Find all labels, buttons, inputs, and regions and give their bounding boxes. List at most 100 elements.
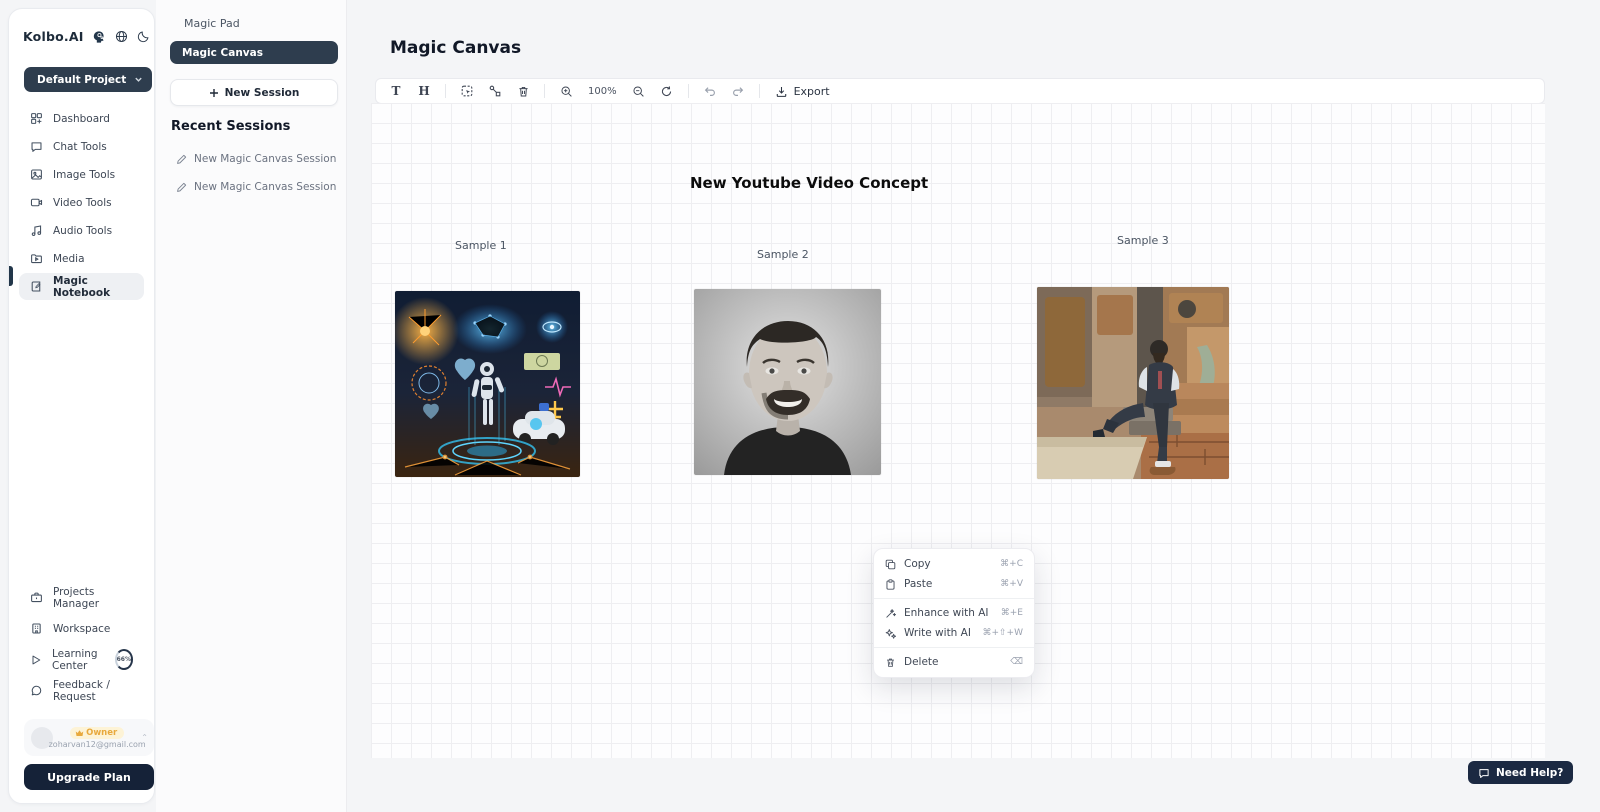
- undo-button[interactable]: [698, 81, 722, 101]
- sidebar-item-label: Chat Tools: [53, 141, 107, 153]
- page-title: Magic Canvas: [390, 38, 521, 58]
- undo-icon: [703, 84, 717, 98]
- rotate-reset-icon: [660, 85, 673, 98]
- sample-2-image[interactable]: [694, 289, 881, 475]
- sidebar-item-label: Video Tools: [53, 197, 112, 209]
- sidebar-item-label: Projects Manager: [53, 586, 133, 610]
- chevron-down-icon: [134, 75, 143, 84]
- play-icon: [30, 654, 42, 666]
- context-menu-item-paste[interactable]: Paste ⌘+V: [874, 574, 1034, 594]
- select-tool-button[interactable]: [455, 81, 479, 101]
- sidebar-item-projects-manager[interactable]: Projects Manager: [19, 583, 144, 612]
- zoom-in-icon: [560, 85, 573, 98]
- new-session-button[interactable]: New Session: [170, 79, 338, 106]
- sidebar-item-dashboard[interactable]: Dashboard: [19, 105, 144, 132]
- need-help-label: Need Help?: [1496, 767, 1563, 779]
- owner-role-label: Owner: [86, 728, 117, 738]
- sidebar-item-magic-notebook[interactable]: Magic Notebook: [19, 273, 144, 300]
- download-icon: [775, 85, 788, 98]
- context-menu-item-delete[interactable]: Delete ⌫: [874, 652, 1034, 672]
- learning-progress-badge: 66%: [115, 649, 133, 670]
- sample-3-image[interactable]: [1037, 287, 1229, 479]
- tab-magic-pad[interactable]: Magic Pad: [180, 15, 244, 32]
- language-globe-icon[interactable]: [115, 30, 128, 43]
- pencil-icon: [176, 182, 187, 193]
- secondary-nav: Projects Manager Workspace Learning Cent…: [19, 583, 144, 705]
- marquee-select-icon: [460, 84, 474, 98]
- sidebar-item-label: Dashboard: [53, 113, 110, 125]
- feedback-bubble-icon: [30, 684, 43, 697]
- toolbar-divider: [544, 84, 545, 98]
- sidebar-item-image-tools[interactable]: Image Tools: [19, 161, 144, 188]
- redo-button[interactable]: [726, 81, 750, 101]
- recent-session-item[interactable]: New Magic Canvas Session: [176, 177, 341, 197]
- zoom-out-icon: [632, 85, 645, 98]
- sidebar-item-label: Learning Center: [52, 648, 103, 672]
- context-menu-label: Enhance with AI: [904, 607, 993, 619]
- export-button[interactable]: Export: [769, 85, 836, 98]
- sidebar-item-learning-center[interactable]: Learning Center 66%: [19, 645, 144, 674]
- sidebar-item-workspace[interactable]: Workspace: [19, 614, 144, 643]
- delete-tool-button[interactable]: [511, 81, 535, 101]
- sidebar-item-label: Magic Notebook: [53, 275, 133, 299]
- sidebar-item-audio-tools[interactable]: Audio Tools: [19, 217, 144, 244]
- connector-tool-button[interactable]: [483, 81, 507, 101]
- primary-nav: Dashboard Chat Tools Image Tools Video T…: [19, 105, 144, 300]
- image-icon: [30, 168, 43, 181]
- media-folder-icon: [30, 252, 43, 265]
- project-selector[interactable]: Default Project: [24, 67, 152, 92]
- context-menu-shortcut: ⌫: [1010, 657, 1023, 667]
- video-icon: [30, 196, 43, 209]
- user-account-card[interactable]: Owner zoharvan12@gmail.com ⌃: [24, 719, 154, 756]
- sample-1-image[interactable]: [395, 291, 580, 477]
- trash-icon: [885, 657, 896, 668]
- copy-icon: [885, 559, 896, 570]
- sidebar-item-chat-tools[interactable]: Chat Tools: [19, 133, 144, 160]
- project-selector-label: Default Project: [37, 74, 126, 86]
- briefcase-icon: [30, 591, 43, 604]
- active-nav-indicator: [9, 266, 13, 286]
- upgrade-plan-button[interactable]: Upgrade Plan: [24, 764, 154, 790]
- magic-wand-icon: [885, 608, 896, 619]
- user-card-chevron-icon: ⌃: [141, 733, 148, 742]
- sample-1-label[interactable]: Sample 1: [455, 239, 507, 252]
- sidebar-item-video-tools[interactable]: Video Tools: [19, 189, 144, 216]
- redo-icon: [731, 84, 745, 98]
- context-menu-divider: [874, 647, 1034, 648]
- brand-logo-text: Kolbo.AI: [23, 29, 84, 44]
- sidebar-item-label: Workspace: [53, 623, 110, 635]
- sample-2-label[interactable]: Sample 2: [757, 248, 809, 261]
- context-menu-shortcut: ⌘+C: [1000, 559, 1023, 569]
- canvas-heading[interactable]: New Youtube Video Concept: [690, 174, 928, 192]
- context-menu-item-enhance-with-ai[interactable]: Enhance with AI ⌘+E: [874, 603, 1034, 623]
- reset-view-button[interactable]: [655, 81, 679, 101]
- heading-tool-button[interactable]: H: [412, 81, 436, 101]
- context-menu-item-copy[interactable]: Copy ⌘+C: [874, 554, 1034, 574]
- tab-magic-canvas[interactable]: Magic Canvas: [170, 41, 338, 64]
- zoom-out-button[interactable]: [627, 81, 651, 101]
- sidebar-item-media[interactable]: Media: [19, 245, 144, 272]
- zoom-in-button[interactable]: [554, 81, 578, 101]
- crown-icon: [75, 729, 84, 737]
- context-menu-item-write-with-ai[interactable]: Write with AI ⌘+⇧+W: [874, 623, 1034, 643]
- sample-3-label[interactable]: Sample 3: [1117, 234, 1169, 247]
- text-tool-button[interactable]: T: [384, 81, 408, 101]
- recent-session-item[interactable]: New Magic Canvas Session: [176, 149, 341, 169]
- sparkles-icon: [885, 628, 896, 639]
- logo-row: Kolbo.AI: [23, 29, 144, 44]
- need-help-button[interactable]: Need Help?: [1468, 761, 1573, 784]
- owner-role-badge: Owner: [70, 727, 124, 739]
- sidebar-item-label: Media: [53, 253, 85, 265]
- toolbar-divider: [688, 84, 689, 98]
- dark-mode-moon-icon[interactable]: [137, 30, 150, 43]
- toolbar-divider: [445, 84, 446, 98]
- sidebar: Kolbo.AI Default Project Dashboard: [8, 8, 155, 804]
- context-menu-label: Delete: [904, 656, 1002, 668]
- recent-session-label: New Magic Canvas Session: [194, 181, 336, 193]
- sidebar-item-label: Audio Tools: [53, 225, 112, 237]
- context-menu-divider: [874, 598, 1034, 599]
- sidebar-item-feedback-request[interactable]: Feedback / Request: [19, 676, 144, 705]
- zoom-level: 100%: [582, 86, 623, 97]
- paste-icon: [885, 579, 896, 590]
- brand-head-icon: [91, 29, 106, 44]
